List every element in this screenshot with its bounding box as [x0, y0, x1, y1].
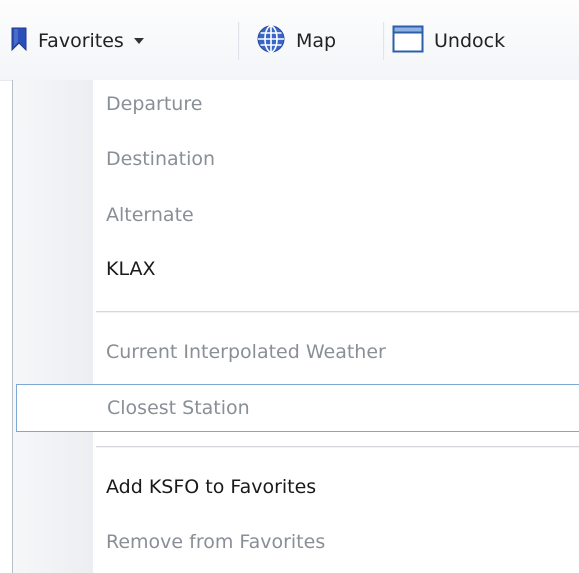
menu-item-label: Departure	[106, 93, 203, 115]
map-label: Map	[296, 30, 337, 52]
menu-item-alternate[interactable]: Alternate	[13, 191, 579, 239]
menu-item-label: Current Interpolated Weather	[106, 341, 386, 363]
favorites-dropdown-button[interactable]: Favorites	[10, 20, 230, 62]
menu-item-label: Closest Station	[107, 397, 250, 419]
menu-item-departure[interactable]: Departure	[13, 80, 579, 128]
menu-item-remove-from-favorites[interactable]: Remove from Favorites	[13, 518, 579, 566]
map-button[interactable]: Map	[256, 20, 376, 62]
menu-separator	[96, 311, 579, 313]
menu-item-label: Alternate	[106, 204, 194, 226]
toolbar-separator	[383, 22, 385, 60]
toolbar: Favorites Map Undock	[0, 0, 579, 81]
menu-item-klax[interactable]: KLAX	[13, 245, 579, 293]
menu-item-label: Remove from Favorites	[106, 531, 326, 553]
toolbar-separator	[238, 22, 240, 60]
menu-item-current-interpolated-weather[interactable]: Current Interpolated Weather	[13, 328, 579, 376]
menu-item-destination[interactable]: Destination	[13, 135, 579, 183]
undock-button[interactable]: Undock	[392, 20, 557, 62]
screen: Favorites Map Undock Departure Destinati…	[0, 0, 579, 573]
favorites-menu: Departure Destination Alternate KLAX Cur…	[12, 80, 579, 573]
menu-separator	[96, 446, 579, 448]
menu-item-label: Destination	[106, 148, 216, 170]
menu-item-label: Add KSFO to Favorites	[106, 476, 317, 498]
undock-label: Undock	[434, 30, 506, 52]
favorites-label: Favorites	[38, 30, 124, 52]
bookmark-icon	[10, 27, 28, 56]
menu-item-closest-station[interactable]: Closest Station	[16, 384, 579, 432]
menu-item-add-ksfo-to-favorites[interactable]: Add KSFO to Favorites	[13, 463, 579, 511]
chevron-down-icon	[133, 38, 144, 44]
window-icon	[392, 25, 424, 58]
globe-icon	[256, 24, 286, 59]
menu-item-label: KLAX	[106, 258, 156, 280]
